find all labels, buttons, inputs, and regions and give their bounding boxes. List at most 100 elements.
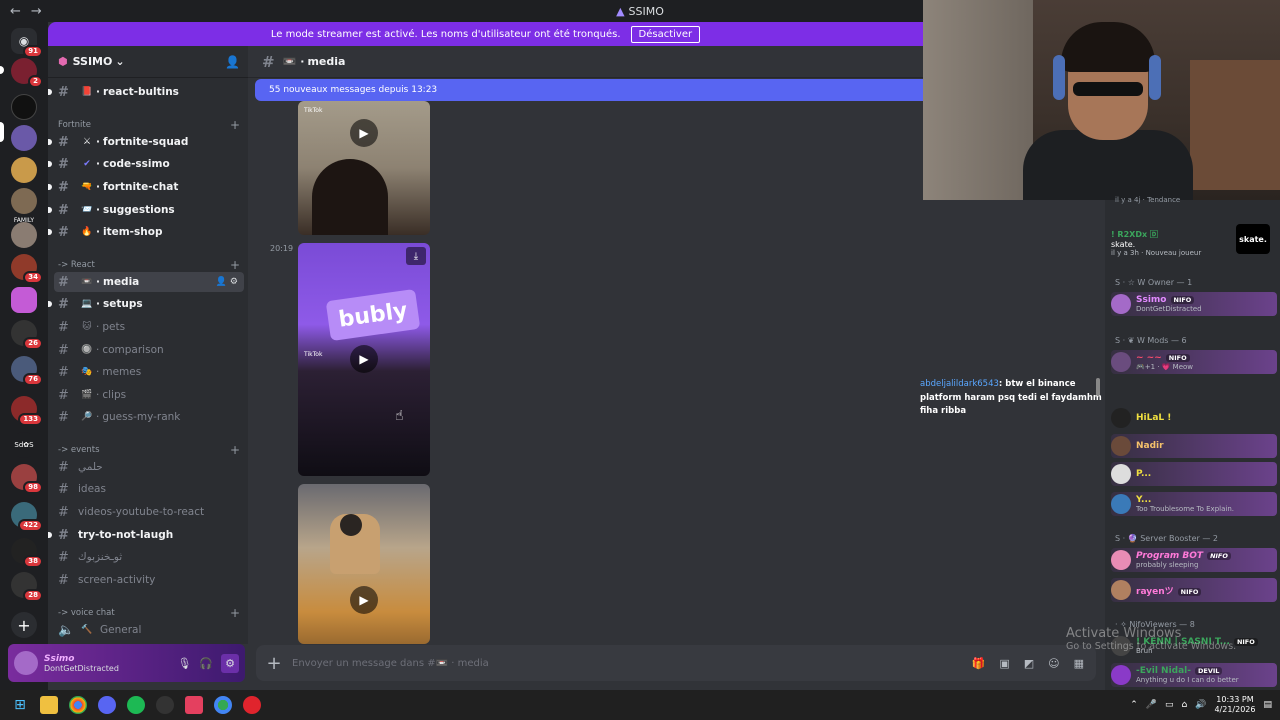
channel-item-shop[interactable]: # 🔥 · item-shop [48, 222, 244, 242]
member-tag: DEVIL [1195, 667, 1223, 675]
add-channel-icon[interactable]: + [230, 118, 240, 132]
headphones-icon[interactable]: 🎧 [199, 657, 213, 670]
channel-event-5[interactable]: # ثوـخنزبوك [54, 547, 244, 567]
server-avatar-10[interactable]: 98 [11, 464, 43, 494]
channel-code-ssimo[interactable]: # ✔ · code-ssimo [48, 154, 244, 174]
browser-icon[interactable] [214, 696, 232, 714]
chrome-icon[interactable] [69, 696, 87, 714]
member-mod-4[interactable]: P... [1111, 462, 1277, 486]
add-channel-icon[interactable]: + [230, 258, 240, 272]
apps-icon[interactable]: ▦ [1074, 657, 1084, 670]
channel-media[interactable]: # 📼 · media 👤 ⚙ [54, 272, 244, 292]
discord-home-icon[interactable]: ◉ 91 [11, 28, 43, 58]
message-input[interactable]: Envoyer un message dans #📼 · media [292, 658, 489, 669]
server-avatar-2[interactable] [11, 94, 37, 120]
server-avatar-sds[interactable]: Sd✿S [11, 432, 37, 458]
channel-name: setups [103, 298, 143, 310]
server-avatar-ssimo[interactable] [11, 125, 37, 151]
channel-fortnite-squad[interactable]: # ⚔ · fortnite-squad [48, 132, 244, 152]
app-icon[interactable] [156, 696, 174, 714]
disable-streamer-button[interactable]: Désactiver [630, 25, 701, 43]
member-booster-2[interactable]: rayenツ NIFO [1111, 578, 1277, 602]
chevron-up-icon[interactable]: ⌃ [1130, 700, 1138, 710]
channel-emoji: 🔨 [81, 625, 93, 635]
forward-arrow-icon[interactable]: → [31, 4, 42, 19]
network-icon[interactable]: ⌂ [1182, 700, 1188, 710]
category-fortnite[interactable]: Fortnite + [58, 118, 240, 132]
clock[interactable]: 10:33 PM 4/21/2026 [1214, 695, 1255, 716]
play-icon[interactable]: ▶ [350, 119, 378, 147]
member-mod-5[interactable]: Y... Too Troublesome To Explain. [1111, 492, 1277, 516]
video-attachment-2[interactable]: bubly TikTok ⤓ ▶ [298, 243, 430, 476]
gif-icon[interactable]: ▣ [999, 657, 1009, 670]
channel-setups[interactable]: # 💻 · setups [48, 294, 244, 314]
server-avatar-12[interactable]: 38 [11, 538, 43, 568]
category-react[interactable]: -> React + [58, 258, 240, 272]
channel-react-bultins[interactable]: # 📕 · react-bultins [48, 82, 244, 102]
discord-icon[interactable] [98, 696, 116, 714]
display-icon[interactable]: ▭ [1165, 700, 1174, 710]
server-avatar-11[interactable]: 422 [11, 502, 43, 532]
back-arrow-icon[interactable]: ← [10, 4, 21, 19]
file-explorer-icon[interactable] [40, 696, 58, 714]
member-mod-1[interactable]: ~ ~~ NIFO 🎮+1 · 💗 Meow [1111, 350, 1277, 374]
avatar[interactable] [14, 651, 38, 675]
server-avatar-9[interactable]: 133 [11, 396, 43, 426]
video-attachment-3[interactable]: ▶ [298, 484, 430, 644]
notification-icon[interactable]: ▤ [1263, 700, 1272, 710]
server-avatar-3[interactable] [11, 157, 37, 183]
sticker-icon[interactable]: ◩ [1024, 657, 1034, 670]
server-avatar-6[interactable] [11, 287, 37, 313]
channel-fortnite-chat[interactable]: # 🔫 · fortnite-chat [48, 177, 244, 197]
voice-channel-general[interactable]: 🔈 🔨 General [54, 620, 244, 640]
add-channel-icon[interactable]: + [230, 443, 240, 457]
member-mod-2[interactable]: HiLaL ! [1111, 406, 1277, 430]
invite-people-icon[interactable]: 👤 [225, 55, 240, 69]
channel-comparison[interactable]: # 🔘 · comparison [54, 340, 244, 360]
server-avatar-4[interactable] [11, 222, 37, 248]
user-settings-gear-icon[interactable]: ⚙ [221, 653, 239, 673]
video-attachment-1[interactable]: TikTok ▶ [298, 101, 430, 235]
member-viewer-2[interactable]: -Evil Nidal- DEVIL Anything u do I can do… [1111, 663, 1277, 687]
recorder-icon[interactable] [243, 696, 261, 714]
server-avatar-8[interactable]: 76 [11, 356, 43, 386]
member-booster-1[interactable]: Program BOT NIFO probably sleeping [1111, 548, 1277, 572]
scrollbar[interactable] [1096, 378, 1100, 396]
windows-start-icon[interactable]: ⊞ [11, 696, 29, 714]
microphone-tray-icon[interactable]: 🎤 [1146, 700, 1157, 710]
member-owner[interactable]: Ssimo NIFO DontGetDistracted [1111, 292, 1277, 316]
play-icon[interactable]: ▶ [350, 586, 378, 614]
channel-pets[interactable]: # 🐱 · pets [54, 317, 244, 337]
channel-settings-icon[interactable]: 👤 ⚙ [216, 277, 238, 287]
server-avatar-5[interactable]: 34 [11, 254, 43, 284]
channel-clips[interactable]: # 🎬 · clips [54, 385, 244, 405]
gift-icon[interactable]: 🎁 [972, 657, 986, 670]
add-attachment-button[interactable]: + [256, 653, 292, 674]
channel-event-1[interactable]: # حلمي [54, 457, 244, 477]
category-events[interactable]: -> events + [58, 443, 240, 457]
server-avatar-13[interactable]: 28 [11, 572, 43, 602]
channel-guess-my-rank[interactable]: # 🔎 · guess-my-rank [54, 407, 244, 427]
channel-videos-youtube-to-react[interactable]: # videos-youtube-to-react [54, 502, 244, 522]
app-icon-2[interactable] [185, 696, 203, 714]
add-channel-icon[interactable]: + [230, 606, 240, 620]
server-avatar-family[interactable]: FAMILY [11, 188, 37, 224]
microphone-icon[interactable]: 🎙 [177, 657, 191, 670]
volume-icon[interactable]: 🔊 [1195, 700, 1206, 710]
channel-suggestions[interactable]: # 📨 · suggestions [48, 200, 244, 220]
server-avatar-7[interactable]: 26 [11, 320, 43, 350]
channel-try-to-not-laugh[interactable]: # try-to-not-laugh [48, 525, 244, 545]
emoji-icon[interactable]: ☺ [1048, 657, 1059, 670]
add-server-icon[interactable]: + [11, 612, 37, 638]
spotify-icon[interactable] [127, 696, 145, 714]
new-messages-bar[interactable]: 55 nouveaux messages depuis 13:23 [255, 79, 923, 101]
channel-memes[interactable]: # 🎭 · memes [54, 362, 244, 382]
channel-screen-activity[interactable]: # screen-activity [54, 570, 244, 590]
member-mod-3[interactable]: Nadir [1111, 434, 1277, 458]
download-icon[interactable]: ⤓ [406, 247, 426, 265]
category-voice[interactable]: -> voice chat + [58, 606, 240, 620]
guild-header[interactable]: ⬢ SSIMO ⌄ 👤 [48, 46, 248, 78]
server-avatar-1[interactable]: 2 [11, 58, 43, 88]
play-icon[interactable]: ▶ [350, 345, 378, 373]
channel-ideas[interactable]: # ideas [54, 479, 244, 499]
